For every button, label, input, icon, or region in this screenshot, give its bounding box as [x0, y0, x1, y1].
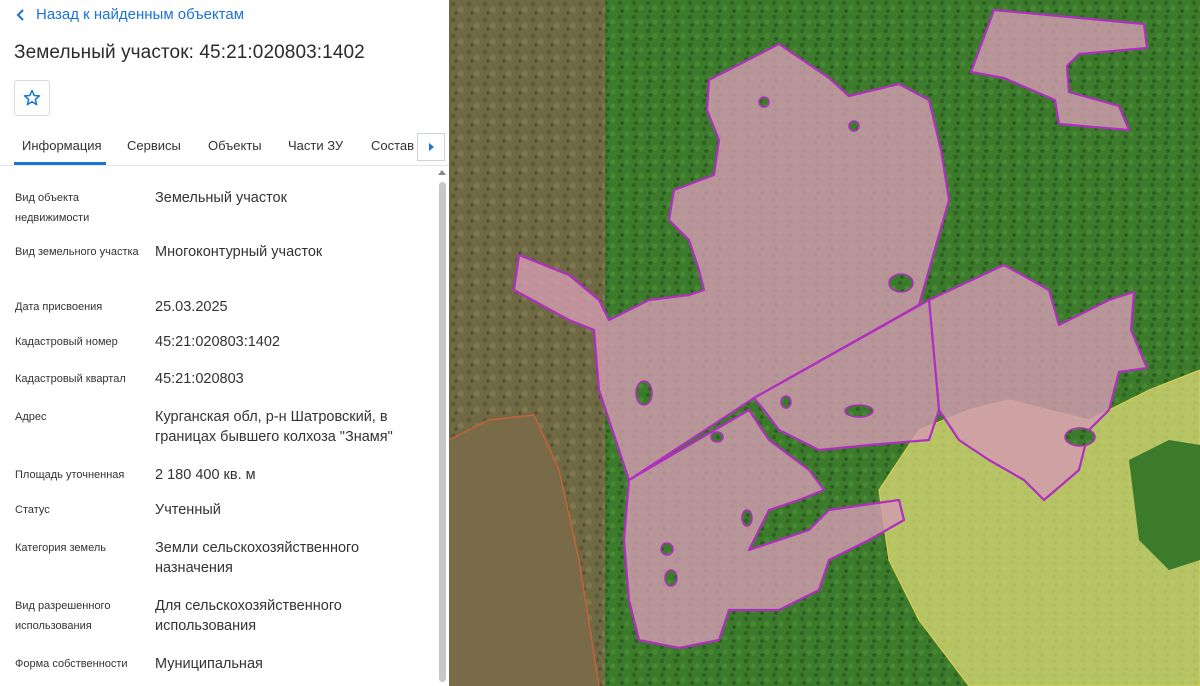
tab-objects[interactable]: Объекты [208, 138, 262, 153]
tab-composition[interactable]: Состав [371, 138, 414, 153]
detail-value: 45:21:020803:1402 [155, 334, 280, 350]
star-icon [23, 89, 41, 106]
scroll-thumb[interactable] [439, 182, 446, 682]
detail-value: 45:21:020803 [155, 371, 244, 387]
chevron-left-icon [16, 8, 24, 21]
detail-value: Для сельскохозяйственного использования [155, 598, 342, 634]
detail-value: Земельный участок [155, 190, 287, 206]
tab-information[interactable]: Информация [22, 138, 102, 153]
detail-value: Муниципальная [155, 656, 263, 672]
satellite-map[interactable] [449, 0, 1200, 686]
caret-right-icon [429, 143, 434, 151]
page-title: Земельный участок: 45:21:020803:1402 [14, 42, 365, 63]
detail-label: Форма собственности [15, 658, 128, 670]
map-canvas[interactable] [449, 0, 1200, 686]
back-link-label: Назад к найденным объектам [36, 6, 245, 23]
favorite-button[interactable] [14, 80, 50, 116]
detail-label: Дата присвоения [15, 301, 103, 313]
detail-value: Земли сельскохозяйственного назначения [155, 540, 360, 576]
detail-label: Вид земельного участка [15, 246, 139, 258]
detail-value: 25.03.2025 [155, 299, 228, 315]
detail-label: Статус [15, 504, 50, 516]
details-scrollbar[interactable] [436, 168, 448, 686]
info-panel: Назад к найденным объектам Земельный уча… [0, 0, 449, 686]
detail-label: Площадь уточненная [15, 469, 125, 481]
detail-label: Категория земель [15, 542, 106, 554]
detail-value: Учтенный [155, 502, 221, 518]
scroll-up-icon[interactable] [438, 170, 446, 175]
detail-value: Многоконтурный участок [155, 244, 323, 260]
detail-label: Вид объекта недвижимости [15, 192, 90, 224]
back-link[interactable]: Назад к найденным объектам [16, 6, 244, 23]
tab-parts[interactable]: Части ЗУ [288, 138, 343, 153]
detail-value: Курганская обл, р-н Шатровский, в границ… [155, 409, 393, 445]
active-tab-indicator [14, 162, 106, 165]
tab-bar: Информация Сервисы Объекты Части ЗУ Сост… [0, 128, 449, 166]
detail-label: Вид разрешенного использования [15, 600, 111, 632]
detail-label: Кадастровый квартал [15, 373, 126, 385]
detail-label: Адрес [15, 411, 47, 423]
detail-value: 2 180 400 кв. м [155, 467, 256, 483]
tab-services[interactable]: Сервисы [127, 138, 181, 153]
tab-scroll-button[interactable] [417, 133, 445, 161]
detail-label: Кадастровый номер [15, 336, 118, 348]
